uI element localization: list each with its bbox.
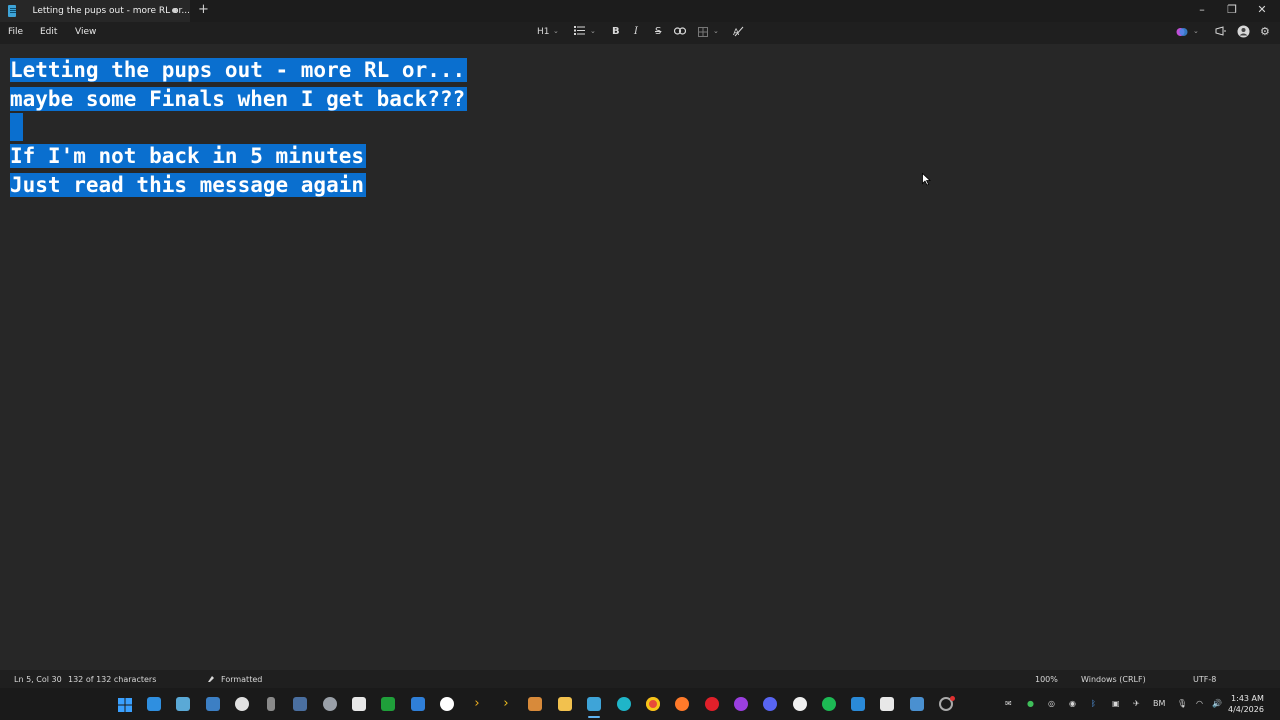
edge-dev-icon[interactable]	[617, 697, 631, 711]
network-share-icon[interactable]: ✈	[1133, 699, 1140, 708]
markdown-icon	[207, 675, 215, 684]
cursor-position[interactable]: Ln 5, Col 30	[14, 675, 62, 684]
bluetooth-icon[interactable]: ᛒ	[1091, 699, 1096, 708]
chevron-down-icon: ⌄	[1193, 27, 1199, 35]
unsaved-indicator-icon[interactable]	[172, 8, 177, 13]
selected-text: Letting the pups out - more RL or...	[10, 58, 468, 82]
usb-icon[interactable]	[267, 697, 275, 711]
link-icon[interactable]	[673, 27, 687, 38]
italic-button[interactable]: I	[634, 26, 638, 37]
tab-title: Letting the pups out - more RL or...	[32, 6, 190, 16]
minimize-button[interactable]: –	[1192, 3, 1212, 16]
security-app-icon[interactable]	[910, 697, 924, 711]
clock-date: 4/4/2026	[1228, 705, 1264, 714]
notepad-taskbar-icon[interactable]	[587, 697, 601, 711]
encoding[interactable]: UTF-8	[1193, 675, 1216, 684]
gmail-tray-icon[interactable]: ✉	[1005, 699, 1012, 708]
calculator-icon[interactable]	[293, 697, 307, 711]
plex-icon[interactable]: ›	[499, 697, 513, 711]
photos-icon[interactable]	[206, 697, 220, 711]
active-app-indicator	[588, 716, 600, 718]
maximize-button[interactable]: ❐	[1222, 3, 1242, 16]
settings-gear-icon[interactable]: ⚙	[1260, 25, 1270, 38]
text-line: Letting the pups out - more RL or...	[10, 56, 468, 85]
widgets-icon[interactable]	[147, 697, 161, 711]
notepad-icon	[8, 5, 17, 17]
menu-file[interactable]: File	[8, 27, 23, 37]
firefox-icon[interactable]	[675, 697, 689, 711]
mail-icon[interactable]	[176, 697, 190, 711]
twitch-studio-icon[interactable]	[734, 697, 748, 711]
strikethrough-button[interactable]: S	[655, 26, 661, 37]
status-bar: Ln 5, Col 30 132 of 132 characters Forma…	[0, 670, 1280, 688]
discord-icon[interactable]	[763, 697, 777, 711]
notification-icon[interactable]	[1215, 26, 1227, 40]
new-tab-button[interactable]: +	[198, 2, 209, 17]
svg-text:A: A	[733, 28, 740, 37]
spotify-icon[interactable]	[822, 697, 836, 711]
table-icon[interactable]	[698, 27, 708, 40]
file-explorer-icon[interactable]	[558, 697, 572, 711]
clear-format-icon[interactable]: A	[733, 26, 744, 40]
discord-tray-icon[interactable]: ◉	[1069, 699, 1076, 708]
microphone-icon[interactable]: 🎙	[1177, 699, 1187, 708]
media-app-icon[interactable]	[440, 697, 454, 711]
wifi-icon[interactable]: ◠	[1196, 699, 1203, 708]
account-avatar-icon[interactable]	[1237, 25, 1250, 41]
selected-text: Just read this message again	[10, 172, 367, 197]
chevron-down-icon: ⌄	[590, 27, 596, 35]
selected-blank-line	[10, 113, 23, 142]
clock-time: 1:43 AM	[1231, 694, 1264, 703]
clock-app-icon[interactable]	[235, 697, 249, 711]
text-line: Just read this message again	[10, 171, 467, 200]
zoom-level[interactable]: 100%	[1035, 675, 1058, 684]
paint-app-icon[interactable]	[880, 697, 894, 711]
character-count: 132 of 132 characters	[68, 675, 157, 684]
list-icon[interactable]	[574, 26, 585, 38]
bold-button[interactable]: B	[612, 26, 620, 37]
arrow-app-icon[interactable]: ›	[470, 697, 484, 711]
streaming-app-icon[interactable]	[352, 697, 366, 711]
mouse-pointer-icon	[922, 171, 932, 190]
heading-dropdown[interactable]: H1	[537, 27, 550, 37]
notification-badge	[950, 696, 955, 701]
title-bar: Letting the pups out - more RL or... + –…	[0, 0, 1280, 22]
text-editor[interactable]: Letting the pups out - more RL or... may…	[10, 56, 468, 200]
format-mode[interactable]: Formatted	[221, 675, 262, 684]
volume-icon[interactable]: 🔊	[1212, 699, 1222, 708]
panda-app-icon[interactable]	[793, 697, 807, 711]
menu-bar: File Edit View H1 ⌄ ⌄ B I S ⌄ A ⌄ ⚙	[0, 22, 1280, 44]
xbox-icon[interactable]	[381, 697, 395, 711]
windows-start-icon[interactable]	[118, 697, 132, 712]
copilot-icon[interactable]	[1176, 26, 1188, 41]
system-clock[interactable]: 1:43 AM 4/4/2026	[1228, 693, 1264, 715]
taskbar: › › ✉ ● ◎ ◉ ᛒ ▣ ✈ BM 🎙 ◠ 🔊 1:43 AM 4/4/2…	[0, 688, 1280, 720]
line-endings[interactable]: Windows (CRLF)	[1081, 675, 1146, 684]
chrome-icon[interactable]	[646, 697, 660, 711]
menu-edit[interactable]: Edit	[40, 27, 57, 37]
nvidia-tray-icon[interactable]: ◎	[1048, 699, 1055, 708]
settings-app-icon[interactable]	[323, 697, 337, 711]
empty-line	[10, 113, 467, 142]
file-app-icon[interactable]	[411, 697, 425, 711]
bm-tray-label[interactable]: BM	[1153, 699, 1165, 708]
folder-app-icon[interactable]	[528, 697, 542, 711]
close-button[interactable]: ✕	[1252, 3, 1272, 16]
document-tab[interactable]: Letting the pups out - more RL or...	[0, 0, 190, 22]
selected-text: If I'm not back in 5 minutes	[10, 144, 367, 169]
chevron-down-icon: ⌄	[713, 27, 719, 35]
text-line: If I'm not back in 5 minutes	[10, 142, 467, 171]
opera-icon[interactable]	[705, 697, 719, 711]
green-tray-icon[interactable]: ●	[1027, 699, 1034, 708]
store-icon[interactable]	[851, 697, 865, 711]
chevron-down-icon: ⌄	[553, 27, 559, 35]
selected-text: maybe some Finals when I get back???	[10, 86, 468, 111]
display-tray-icon[interactable]: ▣	[1112, 699, 1120, 708]
text-line: maybe some Finals when I get back???	[10, 85, 468, 114]
menu-view[interactable]: View	[75, 27, 96, 37]
